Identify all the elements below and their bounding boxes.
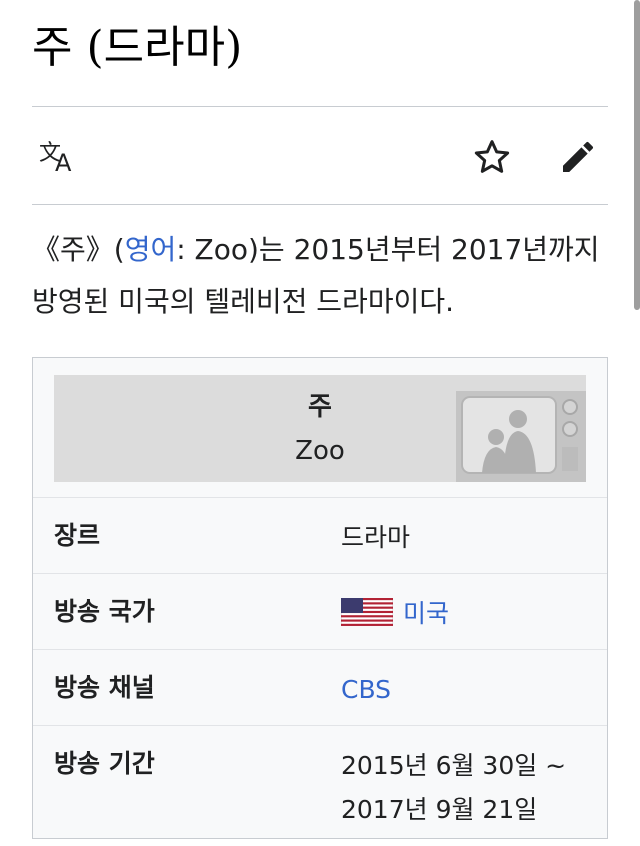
infobox-row-channel: 방송 채널 CBS [33,649,607,726]
english-link[interactable]: 영어 [125,233,177,266]
svg-text:A: A [55,149,72,177]
edit-button[interactable] [556,135,600,179]
star-icon [474,140,510,173]
infobox-row-country: 방송 국가 미국 [33,573,607,650]
article-page: 주 (드라마) 文 A 《주》(영어: Zoo)는 2015년부터 2017년까… [0,0,640,839]
intro-title: 《주》( [32,233,125,266]
intro-paragraph: 《주》(영어: Zoo)는 2015년부터 2017년까지방영된 미국의 텔레비… [32,224,608,328]
infobox-row-airdate: 방송 기간 2015년 6월 30일 ~ 2017년 9월 21일 [33,725,607,846]
translate-icon: 文 A [39,141,72,177]
infobox-header: 주 Zoo [54,375,586,482]
row-value: 2015년 6월 30일 ~ 2017년 9월 21일 [341,744,591,832]
row-value: 드라마 [341,523,411,552]
television-icon [456,391,586,482]
row-label: 방송 국가 [54,597,155,626]
row-label: 방송 채널 [54,673,155,702]
toolbar-divider [32,204,608,205]
pencil-icon [563,141,593,172]
channel-link[interactable]: CBS [341,675,391,704]
row-value: CBS [341,668,591,712]
page-title: 주 (드라마) [32,22,243,73]
airdate-end: 2017년 9월 21일 [341,795,538,824]
scrollbar[interactable] [634,0,640,310]
watch-star-button[interactable] [470,135,514,179]
intro-text: : Zoo)는 2015년부터 2017년까지 [176,233,600,266]
row-label: 장르 [54,521,101,550]
row-label: 방송 기간 [54,749,155,778]
page-actions-toolbar: 文 A [32,107,608,204]
us-flag-icon [341,598,393,626]
airdate-start: 2015년 6월 30일 ~ [341,751,567,780]
country-link[interactable]: 미국 [403,599,449,628]
infobox: 주 Zoo 장르 드라마 방송 국가 미국 방송 채널 CBS 방송 기간 20… [32,357,608,839]
row-value: 미국 [341,592,591,636]
intro-text-line2: 방영된 미국의 텔레비전 드라마이다. [32,285,455,318]
infobox-row-genre: 장르 드라마 [33,497,607,574]
language-button[interactable]: 文 A [36,135,80,179]
